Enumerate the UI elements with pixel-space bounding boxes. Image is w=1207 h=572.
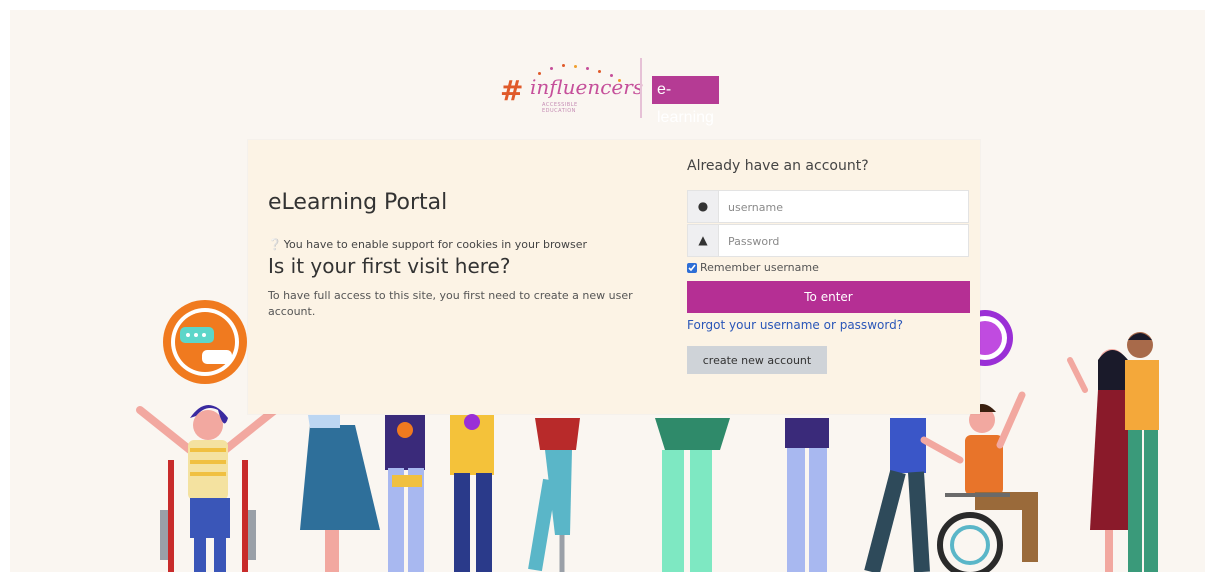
user-icon: ● bbox=[688, 191, 719, 222]
person-lavender-pants bbox=[785, 418, 829, 572]
remember-label: Remember username bbox=[700, 261, 819, 274]
person-prosthetic-leg bbox=[528, 418, 580, 572]
elearning-badge: e-learning bbox=[652, 76, 719, 126]
login-page: # influencers ACCESSIBLE EDUCATION e-lea… bbox=[10, 10, 1205, 572]
password-field: ▲ bbox=[687, 224, 969, 258]
remember-checkbox[interactable] bbox=[687, 262, 697, 273]
username-field: ● bbox=[687, 190, 969, 224]
logo-hash-mark: # bbox=[500, 74, 524, 107]
chat-bubble-icon bbox=[163, 300, 247, 384]
person-teal-skirt bbox=[300, 415, 380, 572]
person-wheelchair-woman bbox=[136, 405, 279, 572]
cookie-notice: ❔ You have to enable support for cookies … bbox=[268, 238, 587, 251]
remember-username[interactable]: Remember username bbox=[687, 261, 819, 274]
forgot-password-link[interactable]: Forgot your username or password? bbox=[687, 318, 903, 332]
person-mint-pants bbox=[655, 418, 730, 572]
person-couple bbox=[1067, 332, 1159, 572]
person-wheelchair-man bbox=[937, 391, 1038, 572]
person-yellow-top bbox=[450, 414, 494, 572]
lock-icon: ▲ bbox=[688, 225, 719, 256]
first-visit-text: To have full access to this site, you fi… bbox=[268, 289, 633, 318]
first-visit-heading: Is it your first visit here? bbox=[268, 254, 511, 278]
logo-divider bbox=[640, 58, 642, 118]
username-input[interactable] bbox=[726, 191, 966, 224]
person-purple-top bbox=[385, 415, 425, 572]
login-panel: eLearning Portal ❔ You have to enable sup… bbox=[248, 140, 980, 414]
cookie-notice-text: You have to enable support for cookies i… bbox=[283, 238, 588, 251]
login-button[interactable]: To enter bbox=[687, 281, 970, 313]
logo-wordmark: influencers bbox=[530, 75, 644, 99]
password-input[interactable] bbox=[726, 225, 966, 258]
login-heading: Already have an account? bbox=[687, 158, 869, 174]
logo-tagline: ACCESSIBLE EDUCATION bbox=[542, 102, 578, 114]
create-account-button[interactable]: create new account bbox=[687, 346, 827, 374]
page-title: eLearning Portal bbox=[268, 190, 448, 215]
help-circle-icon[interactable]: ❔ bbox=[268, 238, 282, 251]
